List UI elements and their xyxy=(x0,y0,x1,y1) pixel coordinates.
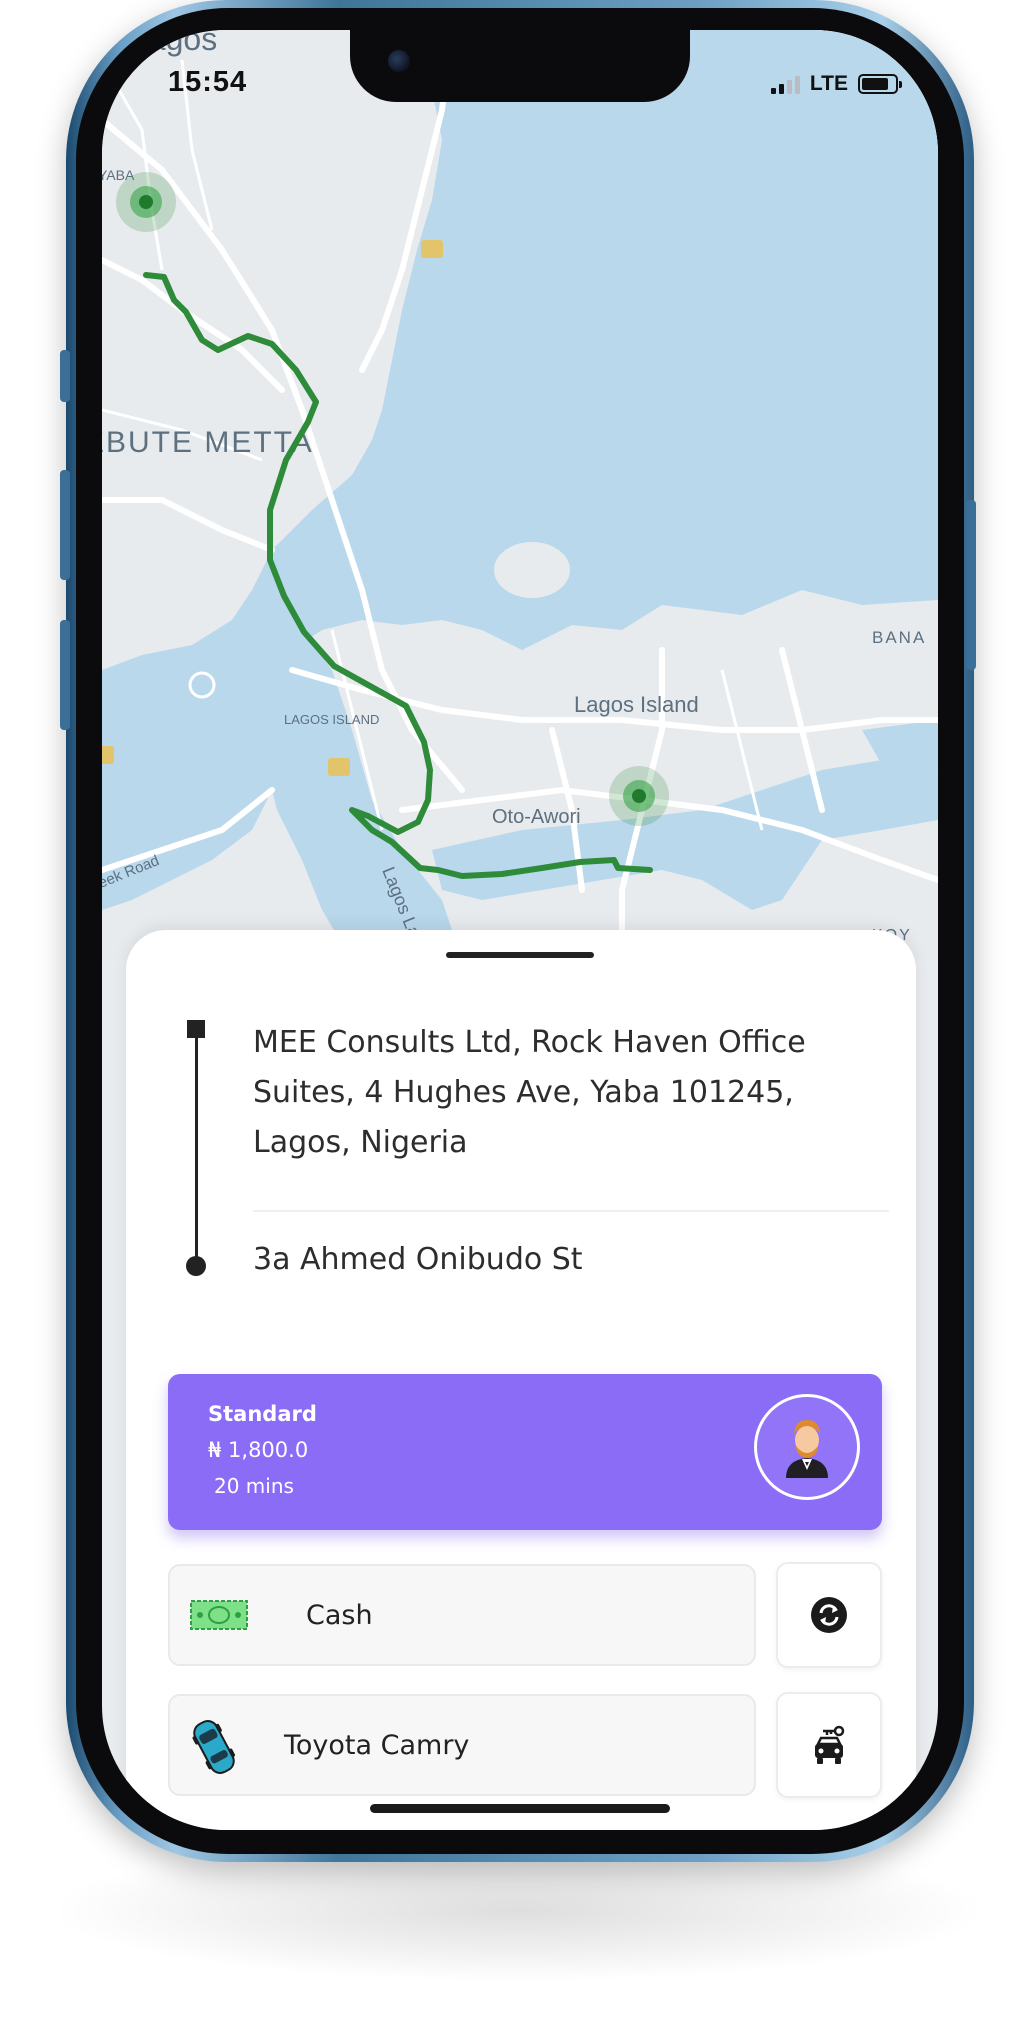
car-key-icon xyxy=(815,1725,845,1764)
car-icon xyxy=(192,1720,235,1774)
vehicle-options-button[interactable] xyxy=(776,1692,882,1798)
cash-icon xyxy=(190,1600,248,1630)
highway-shield xyxy=(421,240,443,258)
vehicle-label: Toyota Camry xyxy=(284,1730,470,1761)
map-label-lagos-island: Lagos Island xyxy=(574,692,699,717)
ride-option-price: ₦ 1,800.0 xyxy=(208,1438,309,1462)
payment-method-label: Cash xyxy=(306,1600,373,1631)
change-payment-button[interactable] xyxy=(776,1562,882,1668)
signal-icon xyxy=(770,74,800,94)
driver-avatar[interactable] xyxy=(754,1394,860,1500)
map-label-city: Lagos xyxy=(130,30,217,57)
dropoff-dot-icon xyxy=(186,1256,206,1276)
map-label-ebute-metta: EBUTE METTA xyxy=(102,426,314,459)
network-label: LTE xyxy=(809,72,848,95)
front-camera xyxy=(388,50,410,72)
home-indicator[interactable] xyxy=(370,1804,670,1813)
battery-icon xyxy=(858,74,902,94)
driver-icon xyxy=(786,1420,828,1478)
sheet-grabber[interactable] xyxy=(446,952,594,958)
ride-option-name: Standard xyxy=(208,1402,317,1426)
dropoff-address[interactable]: 3a Ahmed Onibudo St xyxy=(253,1242,583,1277)
map-label-lagos-island-district: LAGOS ISLAND xyxy=(284,712,379,727)
pickup-square-icon xyxy=(187,1020,205,1038)
swap-icon xyxy=(811,1597,847,1633)
status-indicators: LTE xyxy=(770,70,902,98)
ride-option-eta: 20 mins xyxy=(214,1474,294,1498)
power-button xyxy=(966,500,976,670)
phone-screen: Lagos YABA EBUTE METTA LAGOS ISLAND Lago… xyxy=(102,30,938,1830)
volume-down-button xyxy=(60,620,70,730)
address-divider xyxy=(253,1210,889,1212)
volume-up-button xyxy=(60,470,70,580)
trip-bottom-sheet: MEE Consults Ltd, Rock Haven Office Suit… xyxy=(126,930,916,1830)
pickup-address[interactable]: MEE Consults Ltd, Rock Haven Office Suit… xyxy=(253,1018,853,1168)
map-canvas[interactable]: Lagos YABA EBUTE METTA LAGOS ISLAND Lago… xyxy=(102,30,938,960)
silent-switch xyxy=(60,350,70,402)
ride-option-card[interactable]: Standard ₦ 1,800.0 20 mins xyxy=(168,1374,882,1530)
pickup-marker[interactable] xyxy=(116,172,176,232)
route-connector-line xyxy=(195,1030,198,1270)
status-time: 15:54 xyxy=(168,66,248,98)
map-label-banana: BANA xyxy=(872,628,926,647)
vehicle-button[interactable]: Toyota Camry xyxy=(168,1694,756,1796)
highway-shield xyxy=(102,746,114,764)
destination-marker[interactable] xyxy=(609,766,669,826)
payment-method-button[interactable]: Cash xyxy=(168,1564,756,1666)
highway-shield xyxy=(328,758,350,776)
map-label-oto-awori: Oto-Awori xyxy=(492,806,581,828)
map-view[interactable]: Lagos YABA EBUTE METTA LAGOS ISLAND Lago… xyxy=(102,30,938,960)
